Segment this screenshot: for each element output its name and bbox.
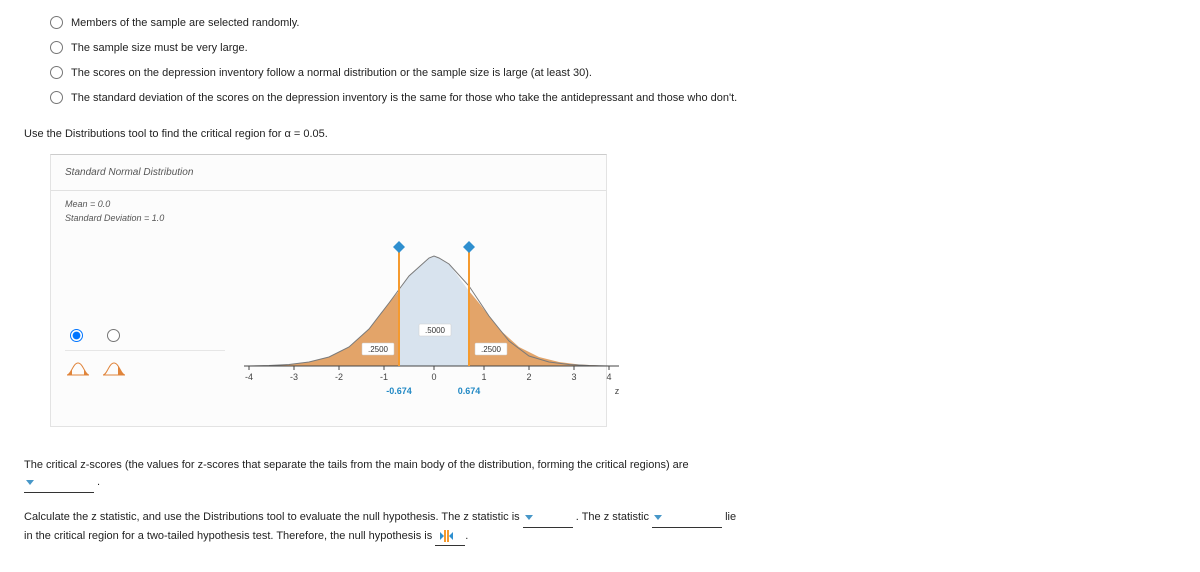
svg-text:-4: -4: [245, 372, 253, 382]
option-row-4[interactable]: The standard deviation of the scores on …: [20, 85, 1180, 110]
z-region-dropdown[interactable]: [652, 509, 722, 528]
instruction-text: Use the Distributions tool to find the c…: [20, 128, 1180, 140]
svg-text:-1: -1: [380, 372, 388, 382]
chevron-down-icon: [654, 515, 662, 520]
q-critical-text: The critical z-scores (the values for z-…: [24, 459, 689, 471]
one-tail-icon[interactable]: [101, 357, 127, 377]
critical-z-question: The critical z-scores (the values for z-…: [24, 457, 1176, 493]
area-label-left: .2500: [362, 343, 394, 355]
svg-text:0: 0: [431, 372, 436, 382]
q-calc-text-2: . The z statistic: [576, 511, 649, 523]
radio-option-1[interactable]: [50, 16, 63, 29]
radio-mode-one-tail[interactable]: [107, 329, 120, 342]
two-tail-icon[interactable]: [65, 357, 91, 377]
tool-title: Standard Normal Distribution: [51, 155, 606, 191]
chevron-down-icon: [525, 515, 533, 520]
radio-mode-two-tail[interactable]: [70, 329, 83, 342]
z-statistic-dropdown[interactable]: [523, 509, 573, 528]
option-label-3: The scores on the depression inventory f…: [71, 67, 592, 79]
svg-text:.2500: .2500: [368, 345, 389, 354]
svg-text:1: 1: [481, 372, 486, 382]
q-calc-text-3: lie: [725, 511, 736, 523]
svg-text:.5000: .5000: [425, 326, 446, 335]
slider-handle-right[interactable]: [463, 241, 475, 253]
option-row-3[interactable]: The scores on the depression inventory f…: [20, 60, 1180, 85]
z-stat-question: Calculate the z statistic, and use the D…: [24, 509, 1176, 546]
radio-option-3[interactable]: [50, 66, 63, 79]
q-calc-text-1: Calculate the z statistic, and use the D…: [24, 511, 520, 523]
tail-mode-radios: [65, 326, 225, 342]
area-label-right: .2500: [475, 343, 507, 355]
tool-sd: Standard Deviation = 1.0: [65, 211, 592, 225]
distribution-chart[interactable]: -4 -3 -2 -1 0 1 2 3 4 z: [239, 236, 606, 426]
option-label-1: Members of the sample are selected rando…: [71, 17, 299, 29]
distribution-tool: Standard Normal Distribution Mean = 0.0 …: [50, 154, 607, 427]
svg-text:-3: -3: [290, 372, 298, 382]
option-row-2[interactable]: The sample size must be very large.: [20, 35, 1180, 60]
svg-text:.2500: .2500: [481, 345, 502, 354]
area-label-center: .5000: [419, 324, 451, 336]
chevron-down-icon: [26, 480, 34, 485]
q-calc-text-4: in the critical region for a two-tailed …: [24, 530, 432, 542]
svg-text:3: 3: [571, 372, 576, 382]
radio-option-4[interactable]: [50, 91, 63, 104]
null-hyp-dropdown[interactable]: [435, 528, 465, 547]
critical-value-right: 0.674: [458, 386, 481, 396]
center-area: [399, 256, 469, 366]
option-label-2: The sample size must be very large.: [71, 42, 248, 54]
slider-arrows-icon: [440, 528, 460, 546]
svg-text:4: 4: [606, 372, 611, 382]
svg-text:z: z: [615, 386, 620, 396]
svg-text:2: 2: [526, 372, 531, 382]
critical-value-left: -0.674: [386, 386, 412, 396]
critical-z-dropdown[interactable]: [24, 474, 94, 493]
option-label-4: The standard deviation of the scores on …: [71, 92, 737, 104]
tool-mean: Mean = 0.0: [65, 197, 592, 211]
x-ticks: -4 -3 -2 -1 0 1 2 3 4 z: [245, 366, 620, 396]
option-row-1[interactable]: Members of the sample are selected rando…: [20, 10, 1180, 35]
radio-option-2[interactable]: [50, 41, 63, 54]
svg-text:-2: -2: [335, 372, 343, 382]
slider-handle-left[interactable]: [393, 241, 405, 253]
